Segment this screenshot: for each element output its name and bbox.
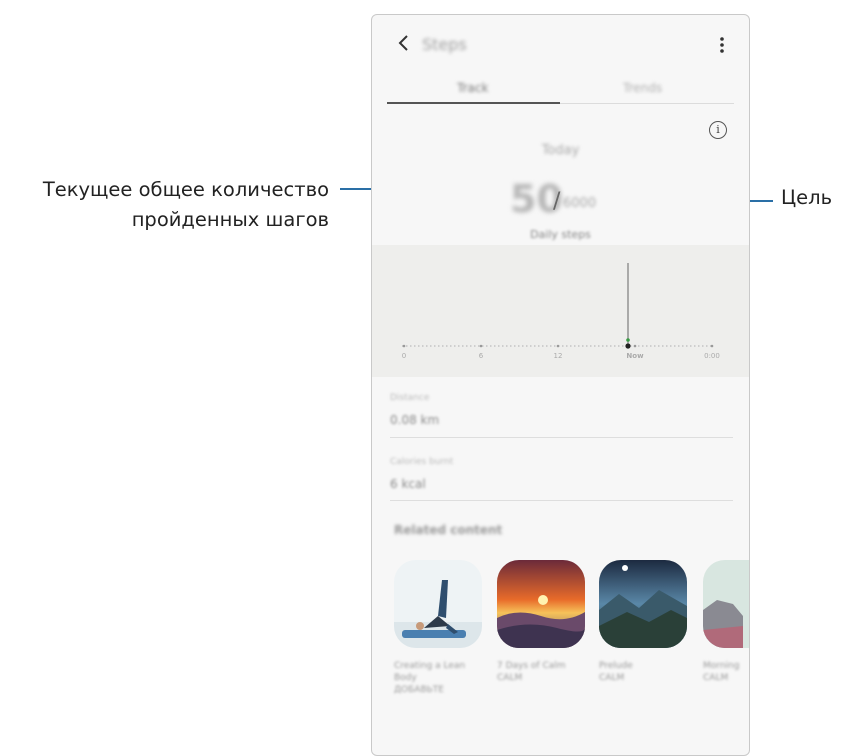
chart-tick-label: 0:00 [704,352,720,360]
related-card-sunset-subtitle: CALM [497,673,523,683]
step-goal[interactable]: 6000 [563,196,596,211]
related-card-rock[interactable] [703,560,749,648]
stat-divider [390,500,733,501]
chart-tick [479,344,483,348]
stat-calories-label: Calories burnt [390,457,454,467]
chart-tick [402,344,406,348]
stat-distance-label: Distance [390,393,430,403]
chart-tick-label: 0 [402,352,406,360]
annotation-goal: Цель [781,186,833,209]
chart-tick [556,344,560,348]
steps-bar-marker [626,338,630,342]
related-card-yoga-subtitle: ДОБАВЬТЕ [394,685,444,695]
related-card-mountains-subtitle: CALM [599,673,625,683]
stat-distance-value: 0.08 km [390,413,440,427]
chart-svg: 0 6 12 Now 0:00 [402,263,720,360]
current-time-dot [625,343,631,349]
daily-steps-label: Daily steps [530,228,591,241]
step-separator: / [553,189,561,214]
annotation-current-steps-line2: пройденных шагов [131,208,329,231]
annotation-current-steps: Текущее общее количество пройденных шаго… [0,175,329,235]
related-card-rock-caption: Morning CALM [703,660,749,684]
related-card-yoga-caption: Creating a Lean Body ДОБАВЬТЕ [394,660,482,696]
related-card-sunset-title: 7 Days of Calm [497,661,566,671]
screen-title: Steps [422,35,467,54]
chart-tick [633,344,637,348]
app-header: Steps [372,15,749,75]
tab-track[interactable]: Track [457,81,488,95]
chart-tick-label: Now [626,352,644,360]
related-card-rock-subtitle: CALM [703,673,729,683]
related-card-mountains-title: Prelude [599,661,633,671]
mountain-image [599,560,687,648]
tab-bar: Track Trends [387,75,734,105]
back-arrow-icon[interactable] [394,33,414,53]
chart-tick [710,344,714,348]
phone-screen: Steps Track Trends i Today 50 / 6000 Dai… [371,14,750,756]
stat-calories: Calories burnt 6 kcal [390,457,453,491]
tab-active-indicator [387,102,560,104]
sunset-image [497,560,585,648]
chart-tick-label: 12 [554,352,563,360]
related-card-mountains[interactable] [599,560,687,648]
related-card-yoga-title: Creating a Lean Body [394,661,466,683]
related-card-mountains-caption: Prelude CALM [599,660,687,684]
daily-steps-chart: 0 6 12 Now 0:00 [372,245,749,377]
related-card-yoga[interactable] [394,560,482,648]
annotation-current-steps-line1: Текущее общее количество [42,178,329,201]
more-options-icon[interactable] [719,35,725,55]
stat-divider [390,437,733,438]
stat-calories-value: 6 kcal [390,477,426,491]
stat-distance: Distance 0.08 km [390,393,439,427]
tab-trends[interactable]: Trends [623,81,662,95]
related-card-rock-title: Morning [703,661,740,671]
related-card-sunset-caption: 7 Days of Calm CALM [497,660,585,684]
today-label: Today [541,143,580,158]
rock-image [703,560,749,648]
related-card-sunset[interactable] [497,560,585,648]
chart-tick-label: 6 [479,352,484,360]
info-icon[interactable]: i [709,121,727,139]
related-content-title: Related content [394,523,503,537]
yoga-image [394,560,482,648]
